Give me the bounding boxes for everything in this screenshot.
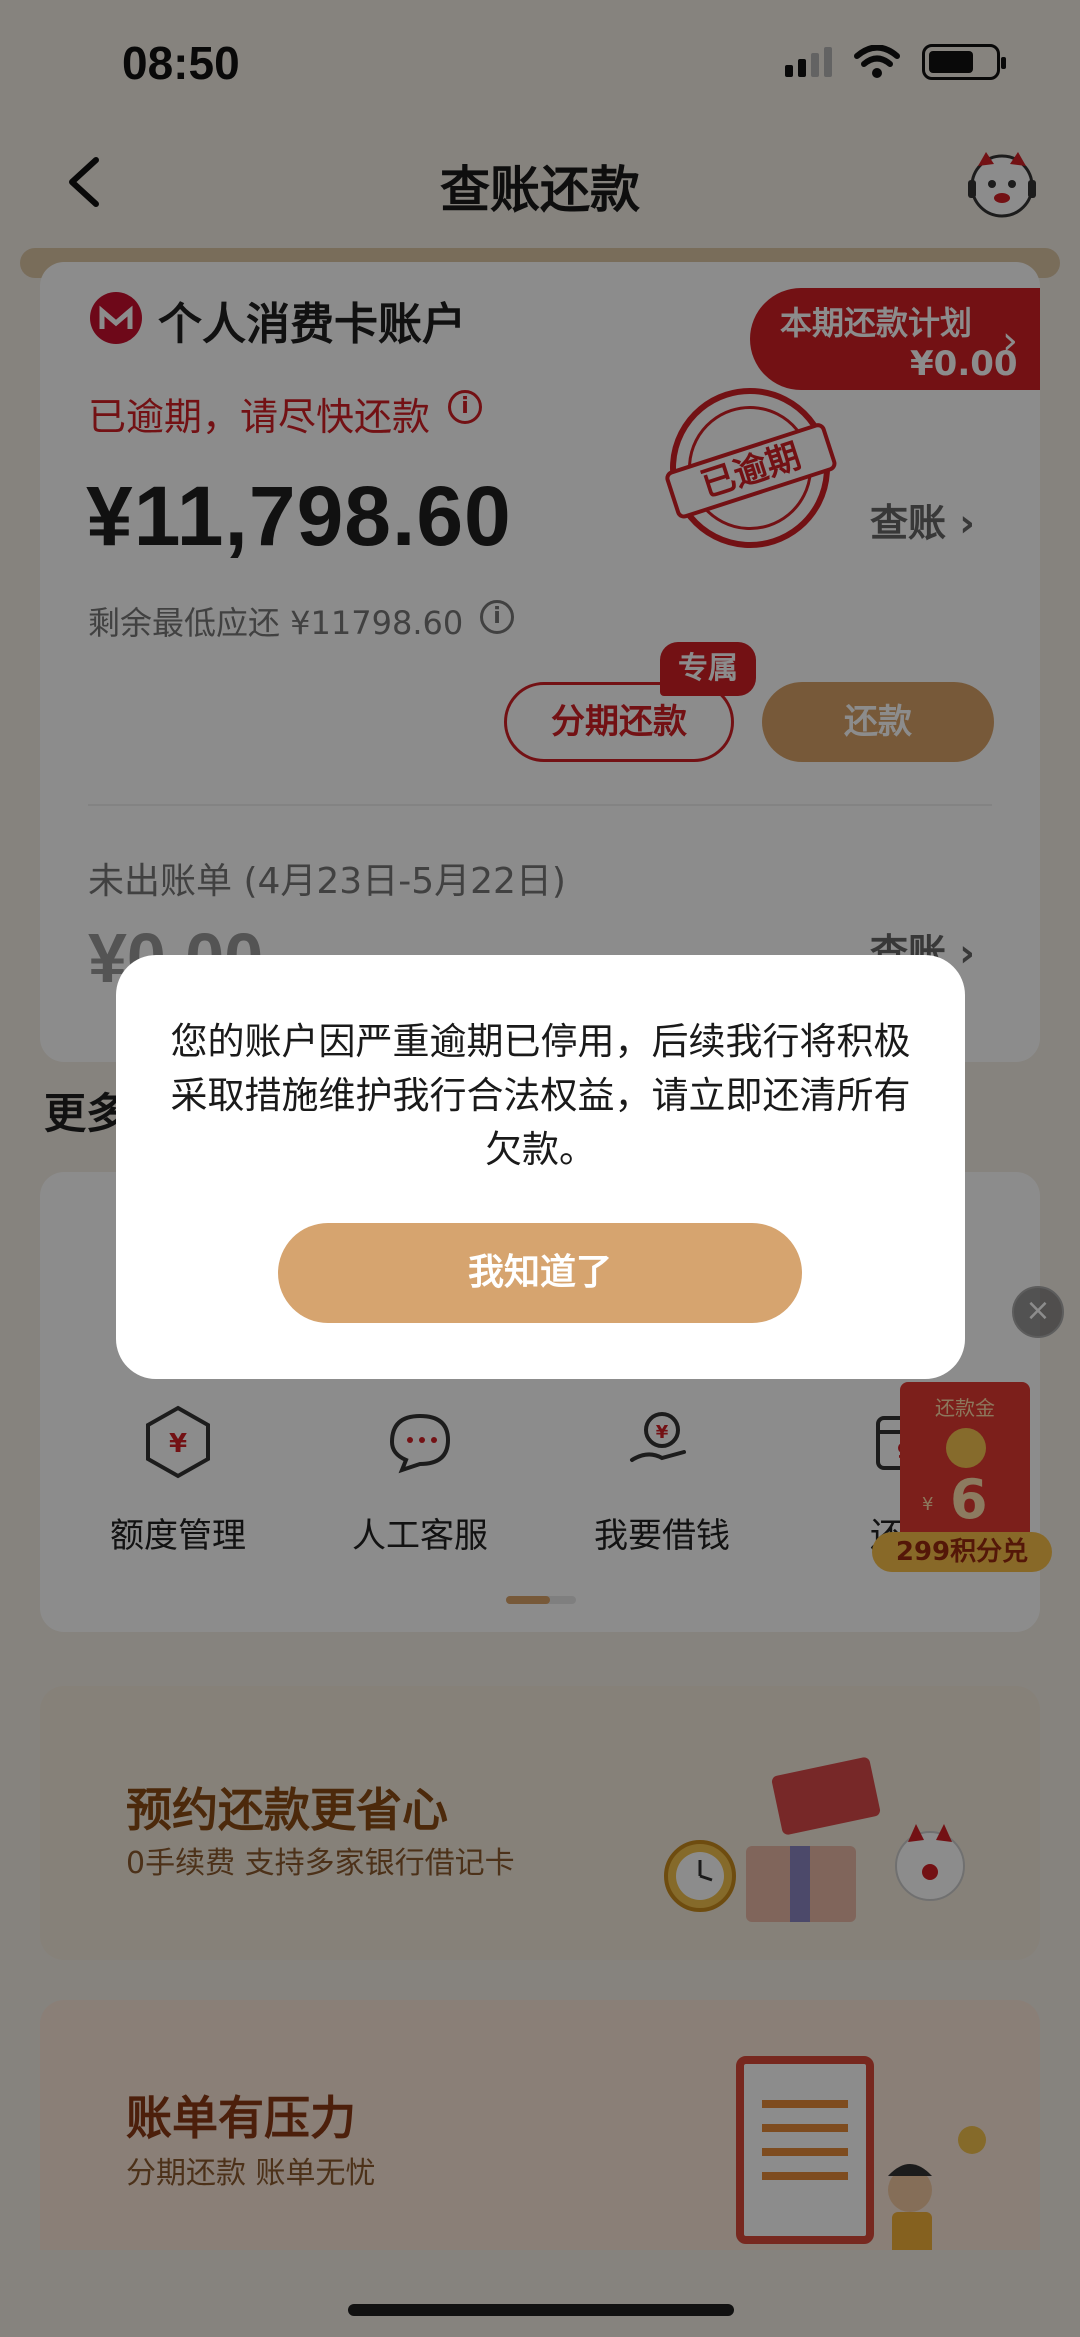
- acknowledge-button[interactable]: 我知道了: [278, 1223, 802, 1323]
- home-indicator[interactable]: [348, 2304, 734, 2316]
- account-suspended-dialog: 您的账户因严重逾期已停用，后续我行将积极采取措施维护我行合法权益，请立即还清所有…: [116, 955, 965, 1379]
- dialog-message: 您的账户因严重逾期已停用，后续我行将积极采取措施维护我行合法权益，请立即还清所有…: [170, 1020, 911, 1171]
